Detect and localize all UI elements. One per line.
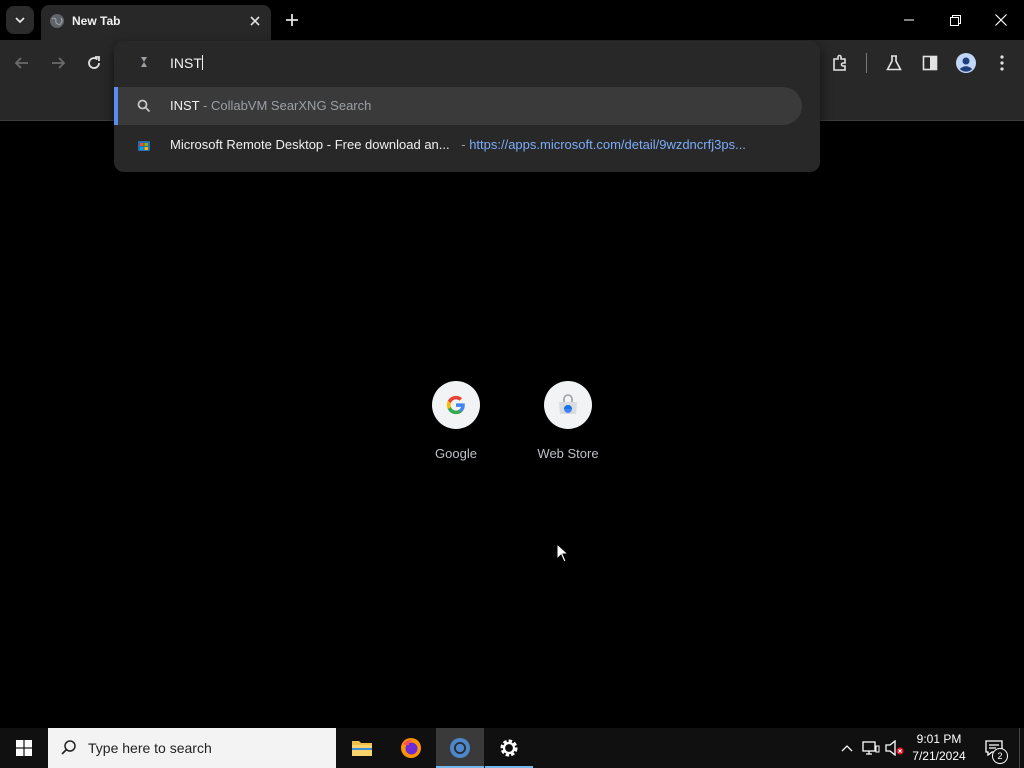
taskbar-chrome[interactable] [436, 728, 484, 768]
taskbar-search-box[interactable]: Type here to search [48, 728, 336, 768]
selection-indicator [114, 87, 118, 125]
restore-button[interactable] [932, 0, 978, 40]
chevron-up-icon [841, 745, 853, 752]
suggestion-title: Microsoft Remote Desktop - Free download… [170, 137, 450, 152]
searxng-icon [141, 57, 147, 67]
volume-button[interactable] [885, 738, 905, 758]
tab-search-button[interactable] [6, 6, 34, 34]
taskbar-clock[interactable]: 9:01 PM 7/21/2024 [906, 731, 972, 765]
firefox-icon [401, 738, 421, 758]
chevron-down-icon [15, 17, 25, 24]
arrow-right-icon [52, 57, 66, 69]
reload-icon [88, 56, 100, 69]
tab-title: New Tab [72, 14, 121, 28]
close-icon [995, 14, 1007, 26]
new-tab-button[interactable] [281, 9, 303, 31]
omnibox-dropdown: INST INST - CollabVM SearXNG Search Micr… [114, 41, 820, 172]
shortcut-google[interactable]: Google [400, 381, 512, 463]
start-button[interactable] [0, 728, 48, 768]
shortcut-tile [432, 381, 480, 429]
puzzle-icon [833, 54, 846, 71]
labs-button[interactable] [881, 50, 907, 76]
title-bar: New Tab [0, 0, 1024, 40]
network-icon [862, 741, 880, 755]
text-caret [201, 55, 203, 70]
close-window-button[interactable] [978, 0, 1024, 40]
chrome-icon [450, 738, 470, 758]
restore-icon [949, 14, 961, 26]
omnibox-suggestion-history[interactable]: Microsoft Remote Desktop - Free download… [114, 127, 820, 163]
shortcut-web-store[interactable]: Web Store [512, 381, 624, 463]
globe-icon [50, 14, 64, 28]
notification-count-badge: 2 [992, 748, 1008, 764]
plus-icon [286, 14, 298, 26]
store-icon [138, 141, 150, 151]
shortcut-tile [544, 381, 592, 429]
file-explorer-icon [352, 741, 372, 756]
suggestion-description: CollabVM SearXNG Search [210, 98, 372, 113]
network-button[interactable] [861, 738, 881, 758]
settings-icon [500, 739, 518, 757]
suggestion-separator: - [457, 137, 470, 152]
clock-time: 9:01 PM [916, 732, 962, 746]
profile-button[interactable] [953, 50, 979, 76]
suggestion-query: INST [170, 98, 200, 113]
mouse-cursor-icon [556, 543, 570, 563]
minimize-button[interactable] [886, 0, 932, 40]
windows-taskbar: Type here to search 9:01 PM 7/21/2024 2 [0, 728, 1024, 768]
google-icon [446, 395, 465, 415]
omnibox-value: INST [170, 55, 202, 71]
minimize-icon [904, 19, 914, 21]
web-store-icon [559, 394, 577, 414]
back-button[interactable] [9, 50, 35, 76]
show-hidden-icons-button[interactable] [837, 738, 857, 758]
tab-new-tab[interactable]: New Tab [41, 5, 271, 40]
show-desktop-button[interactable] [1019, 728, 1024, 768]
windows-logo-icon [16, 740, 32, 756]
taskbar-settings[interactable] [485, 728, 533, 768]
search-icon [137, 99, 151, 113]
tab-close-button[interactable] [247, 13, 263, 29]
suggestion-url: https://apps.microsoft.com/detail/9wzdnc… [469, 137, 746, 152]
omnibox-input[interactable]: INST [114, 41, 820, 83]
chrome-menu-button[interactable] [989, 50, 1015, 76]
arrow-left-icon [14, 57, 28, 69]
suggestion-separator: - [199, 98, 211, 113]
side-panel-button[interactable] [917, 50, 943, 76]
shortcut-label: Google [435, 446, 477, 461]
omnibox-suggestion-search[interactable]: INST - CollabVM SearXNG Search [114, 87, 802, 125]
side-panel-icon [922, 55, 938, 71]
extensions-button[interactable] [827, 50, 853, 76]
clock-date: 7/21/2024 [912, 749, 966, 763]
taskbar-firefox[interactable] [387, 728, 435, 768]
toolbar-divider [866, 53, 867, 73]
volume-muted-icon [885, 740, 904, 756]
profile-icon [956, 53, 976, 73]
shortcut-label: Web Store [537, 446, 599, 461]
taskbar-search-placeholder: Type here to search [88, 740, 212, 756]
forward-button[interactable] [45, 50, 71, 76]
taskbar-file-explorer[interactable] [338, 728, 386, 768]
reload-button[interactable] [81, 50, 107, 76]
more-vert-icon [1000, 55, 1004, 71]
close-icon [250, 16, 260, 26]
search-icon [61, 740, 76, 755]
flask-icon [886, 55, 902, 71]
